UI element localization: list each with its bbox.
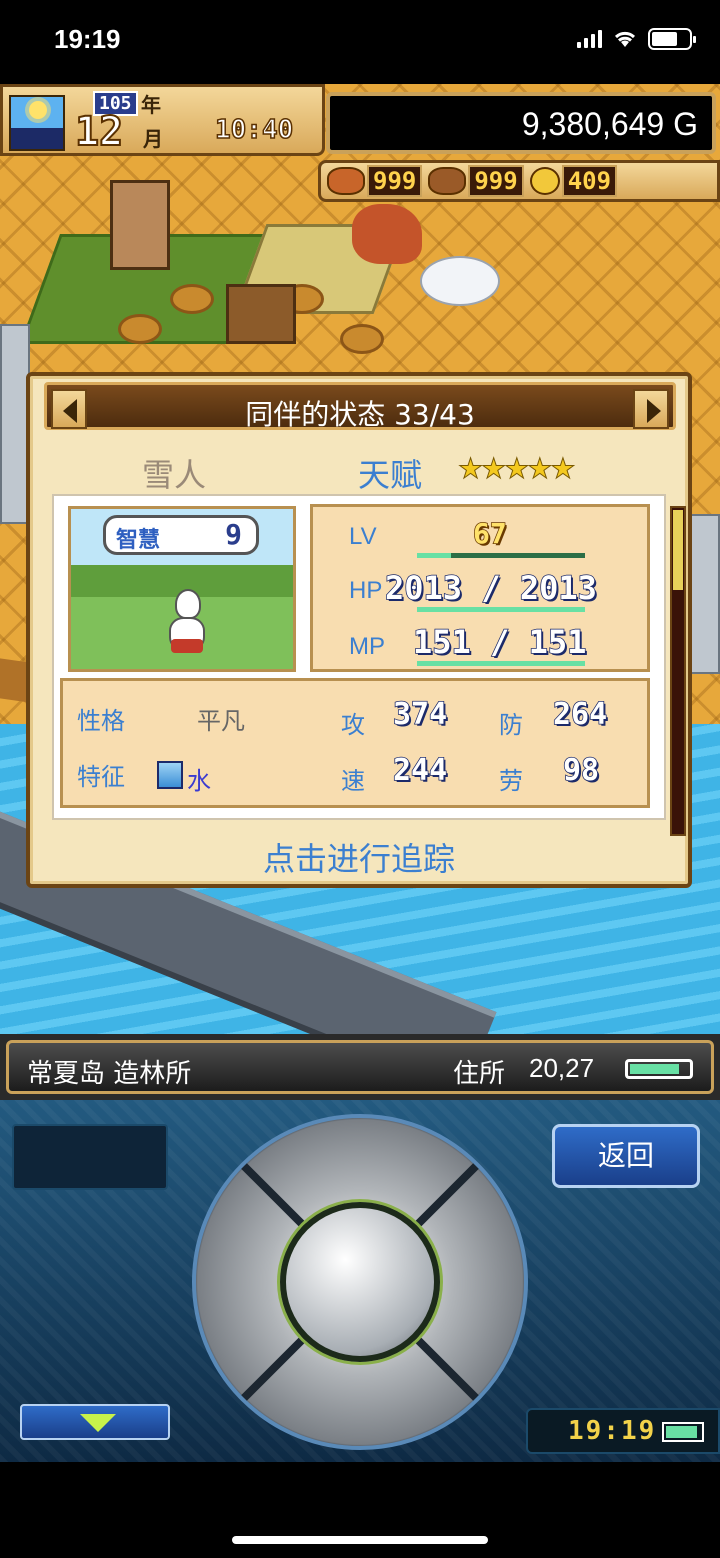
dialog-title: 同伴的状态 33/43 [245, 398, 475, 431]
device-clock: 19:19 [568, 1416, 657, 1446]
resource-wood: 999 [428, 165, 524, 197]
trait-value: 水 [187, 767, 211, 795]
personality-value: 平凡 [197, 707, 245, 735]
water-element-icon [157, 761, 183, 789]
next-arrow-icon[interactable] [633, 389, 669, 429]
mp-value: 151 / 151 [412, 622, 587, 662]
mp-label: MP [349, 633, 385, 660]
energy-gauge-icon [625, 1059, 693, 1079]
weather-icon [9, 95, 65, 151]
mp-bar [417, 661, 585, 666]
intelligence-label: 智慧 [116, 528, 161, 553]
month-number: 12 [74, 108, 124, 156]
controller-panel: 返回 19:19 [0, 1100, 720, 1462]
wood-icon [428, 167, 467, 195]
back-button[interactable]: 返回 [552, 1124, 700, 1188]
meat-count: 999 [367, 165, 423, 197]
resource-gold: 409 [529, 165, 618, 197]
defense-value: 264 [552, 696, 608, 733]
gold-count: 409 [561, 165, 618, 197]
date-panel: 105 年 12 月 10:40 [0, 84, 325, 156]
money-panel: 9,380,649 G [326, 92, 716, 154]
chevron-down-icon [80, 1414, 116, 1432]
address-label: 住所 [453, 1059, 506, 1089]
game-clock: 10:40 [214, 114, 294, 146]
gold-coin-icon [529, 167, 560, 195]
year-label: 年 [141, 93, 161, 117]
battery-icon [648, 28, 696, 50]
snow-sack-character[interactable] [420, 256, 500, 306]
device-clock-panel: 19:19 [526, 1408, 720, 1454]
talent-stars: ★★★★★ [458, 452, 577, 486]
system-status-bar: 19:19 [0, 0, 720, 84]
hp-label: HP [349, 577, 383, 604]
companion-status-dialog: 同伴的状态 33/43 雪人 天赋 ★★★★★ 智慧 9 LV 67 HP 20… [26, 372, 692, 888]
status-content[interactable]: 智慧 9 LV 67 HP 2013 / 2013 MP 151 / 151 性… [52, 494, 666, 820]
speed-label: 速 [341, 767, 365, 795]
status-icons [577, 28, 696, 50]
box-head-character[interactable] [110, 180, 170, 270]
side-building [690, 514, 720, 674]
wood-count: 999 [468, 165, 524, 197]
track-button[interactable]: 点击进行追踪 [30, 834, 688, 880]
location-name: 常夏岛 造林所 [27, 1059, 192, 1089]
defense-label: 防 [499, 711, 523, 739]
resource-meat: 999 [327, 165, 423, 197]
home-indicator[interactable] [232, 1536, 488, 1544]
location-bar: 常夏岛 造林所 住所 20,27 [0, 1034, 720, 1100]
stats-box: LV 67 HP 2013 / 2013 MP 151 / 151 [310, 504, 650, 672]
dialog-title-bar: 同伴的状态 33/43 [44, 382, 676, 431]
battery-icon [662, 1422, 704, 1442]
monster-name: 雪人 [142, 456, 207, 494]
monster-portrait: 智慧 9 [68, 506, 296, 672]
lumber-mill-building[interactable] [226, 284, 296, 344]
hay-bale [118, 314, 162, 344]
address-value: 20,27 [529, 1053, 595, 1083]
dpad-center-button[interactable] [280, 1202, 440, 1362]
mini-screen [12, 1124, 168, 1190]
lv-label: LV [349, 523, 377, 550]
status-time: 19:19 [54, 24, 121, 54]
attack-label: 攻 [341, 711, 365, 739]
hp-bar [417, 607, 585, 612]
labor-value: 98 [562, 752, 600, 789]
money-amount: 9,380,649 G [521, 106, 698, 142]
talent-label: 天赋 [358, 456, 423, 494]
labor-label: 劳 [499, 767, 523, 795]
hp-value: 2013 / 2013 [384, 568, 597, 608]
hay-bale [340, 324, 384, 354]
trait-label: 特征 [77, 763, 125, 791]
scrollbar[interactable] [670, 506, 686, 836]
intelligence-value: 9 [225, 518, 242, 551]
meat-icon [327, 167, 365, 195]
dpad[interactable] [192, 1114, 528, 1450]
intelligence-bubble: 智慧 9 [103, 515, 259, 555]
lv-progress-bar [417, 553, 585, 558]
dragon-character[interactable] [352, 204, 422, 264]
attack-value: 374 [392, 696, 448, 733]
month-label: 月 [143, 127, 163, 151]
speed-value: 244 [392, 752, 448, 789]
resource-panel: 999 999 409 [318, 160, 720, 202]
menu-down-button[interactable] [20, 1404, 170, 1440]
attributes-box: 性格 平凡 特征 水 攻 374 防 264 速 244 劳 98 [60, 678, 650, 808]
personality-label: 性格 [77, 707, 125, 735]
location-panel: 常夏岛 造林所 住所 20,27 [6, 1040, 714, 1094]
hay-bale [170, 284, 214, 314]
scrollbar-thumb[interactable] [673, 510, 683, 590]
cellular-signal-icon [577, 30, 602, 48]
lv-value: 67 [472, 516, 507, 551]
wifi-icon [614, 31, 636, 47]
snowman-sprite [167, 589, 207, 663]
